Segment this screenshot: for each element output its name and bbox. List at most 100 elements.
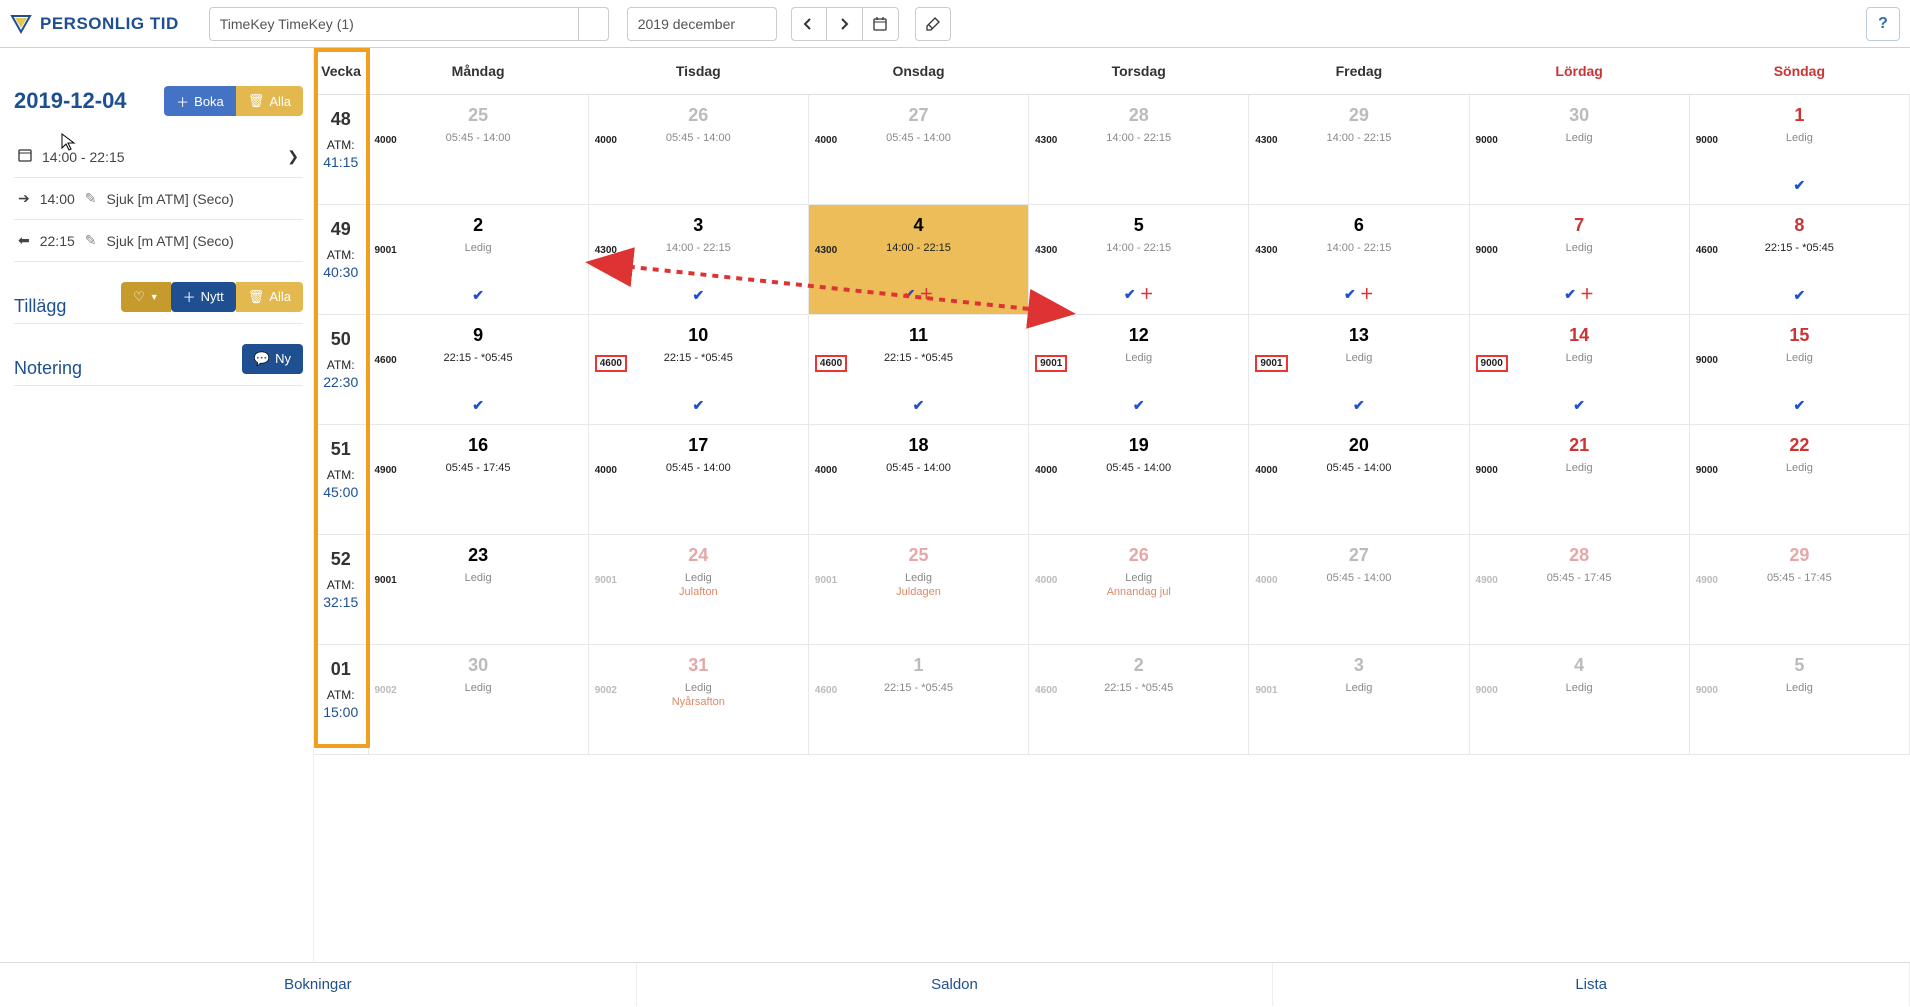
day-cell[interactable]: 18400005:45 - 14:00 — [808, 424, 1028, 534]
week-number: 52 — [314, 549, 368, 570]
alla-button-2[interactable]: 🗑Alla — [236, 282, 303, 312]
help-button[interactable]: ? — [1866, 7, 1900, 41]
day-cell[interactable]: 9460022:15 - *05:45✔ — [368, 314, 588, 424]
ny-button[interactable]: 💬Ny — [242, 344, 303, 374]
employee-search-input[interactable] — [209, 7, 579, 41]
day-cell[interactable]: 149000Ledig✔ — [1469, 314, 1689, 424]
day-cell[interactable]: 129001Ledig✔ — [1029, 314, 1249, 424]
day-cell[interactable]: 2460022:15 - *05:45 — [1029, 644, 1249, 754]
trash-icon: 🗑 — [248, 93, 265, 109]
next-month-button[interactable] — [827, 7, 863, 41]
day-cell[interactable]: 27400005:45 - 14:00 — [808, 94, 1028, 204]
day-number: 30 — [1470, 105, 1689, 126]
week-number: 49 — [314, 219, 368, 240]
day-cell[interactable]: 17400005:45 - 14:00 — [588, 424, 808, 534]
week-cell[interactable]: 01ATM:15:00 — [314, 644, 368, 754]
day-holiday-label: Juldagen — [809, 586, 1028, 598]
week-cell[interactable]: 52ATM:32:15 — [314, 534, 368, 644]
day-cell[interactable]: 27400005:45 - 14:00 — [1249, 534, 1469, 644]
boka-button[interactable]: ＋Boka — [164, 86, 236, 116]
prev-month-button[interactable] — [791, 7, 827, 41]
app-logo-icon — [10, 13, 32, 35]
day-cell[interactable]: 4430014:00 - 22:15✔＋ — [808, 204, 1028, 314]
day-number: 1 — [809, 655, 1028, 676]
day-cell[interactable]: 19000Ledig✔ — [1689, 94, 1909, 204]
plus-icon: ＋ — [1360, 286, 1374, 302]
tab-lista[interactable]: Lista — [1273, 963, 1910, 1006]
day-cell[interactable]: 264000LedigAnnandag jul — [1029, 534, 1249, 644]
day-cell[interactable]: 259001LedigJuldagen — [808, 534, 1028, 644]
day-cell[interactable]: 249001LedigJulafton — [588, 534, 808, 644]
calendar-today-button[interactable] — [863, 7, 899, 41]
atm-label: ATM: — [314, 688, 368, 702]
day-number: 21 — [1470, 435, 1689, 456]
day-cell[interactable]: 319002LedigNyårsafton — [588, 644, 808, 754]
day-cell[interactable]: 59000Ledig — [1689, 644, 1909, 754]
day-cell[interactable]: 28430014:00 - 22:15 — [1029, 94, 1249, 204]
day-cell[interactable]: 8460022:15 - *05:45✔ — [1689, 204, 1909, 314]
day-cell[interactable]: 19400005:45 - 14:00 — [1029, 424, 1249, 534]
tab-bokningar[interactable]: Bokningar — [0, 963, 637, 1006]
day-number: 5 — [1029, 215, 1248, 236]
day-time: 05:45 - 17:45 — [369, 462, 588, 474]
day-time: 22:15 - *05:45 — [369, 352, 588, 364]
day-cell[interactable]: 26400005:45 - 14:00 — [588, 94, 808, 204]
employee-search-dropdown-button[interactable] — [579, 7, 609, 41]
day-cell[interactable]: 29430014:00 - 22:15 — [1249, 94, 1469, 204]
day-cell[interactable]: 5430014:00 - 22:15✔＋ — [1029, 204, 1249, 314]
week-cell[interactable]: 51ATM:45:00 — [314, 424, 368, 534]
day-code: 9001 — [375, 245, 397, 256]
day-cell[interactable]: 309000Ledig — [1469, 94, 1689, 204]
day-time: 22:15 - *05:45 — [1690, 242, 1909, 254]
day-code: 9002 — [375, 685, 397, 696]
week-cell[interactable]: 48ATM:41:15 — [314, 94, 368, 204]
week-cell[interactable]: 49ATM:40:30 — [314, 204, 368, 314]
day-time: Ledig — [1690, 462, 1909, 474]
day-cell[interactable]: 39001Ledig — [1249, 644, 1469, 754]
tab-saldon[interactable]: Saldon — [637, 963, 1274, 1006]
day-cell[interactable]: 29001Ledig✔ — [368, 204, 588, 314]
tools-button[interactable] — [915, 7, 951, 41]
favorite-button[interactable]: ♡▼ — [121, 282, 171, 312]
alla-button[interactable]: 🗑Alla — [236, 86, 303, 116]
nytt-button[interactable]: ＋Nytt — [171, 282, 236, 312]
day-cell[interactable]: 229000Ledig — [1689, 424, 1909, 534]
day-cell[interactable]: 16490005:45 - 17:45 — [368, 424, 588, 534]
day-number: 19 — [1029, 435, 1248, 456]
day-status-icons: ✔ — [1690, 397, 1909, 414]
week-cell[interactable]: 50ATM:22:30 — [314, 314, 368, 424]
day-time: Ledig — [1690, 682, 1909, 694]
day-cell[interactable]: 1460022:15 - *05:45 — [808, 644, 1028, 754]
day-cell[interactable]: 79000Ledig✔＋ — [1469, 204, 1689, 314]
day-cell[interactable]: 6430014:00 - 22:15✔＋ — [1249, 204, 1469, 314]
day-cell[interactable]: 20400005:45 - 14:00 — [1249, 424, 1469, 534]
plus-icon: ＋ — [1580, 286, 1594, 302]
day-code: 4000 — [595, 135, 617, 146]
month-picker[interactable]: 2019 december — [627, 7, 777, 41]
day-cell[interactable]: 159000Ledig✔ — [1689, 314, 1909, 424]
day-cell[interactable]: 28490005:45 - 17:45 — [1469, 534, 1689, 644]
plus-icon: ＋ — [183, 287, 196, 306]
day-number: 5 — [1690, 655, 1909, 676]
day-cell[interactable]: 139001Ledig✔ — [1249, 314, 1469, 424]
clock-in-row[interactable]: ➔ 14:00 ✎ Sjuk [m ATM] (Seco) — [14, 178, 303, 220]
day-code: 9001 — [1035, 355, 1067, 372]
day-cell[interactable]: 25400005:45 - 14:00 — [368, 94, 588, 204]
day-cell[interactable]: 219000Ledig — [1469, 424, 1689, 534]
day-cell[interactable]: 3430014:00 - 22:15✔ — [588, 204, 808, 314]
header-wed: Onsdag — [808, 48, 1028, 94]
day-code: 9000 — [1476, 355, 1508, 372]
day-cell[interactable]: 11460022:15 - *05:45✔ — [808, 314, 1028, 424]
plus-icon: ＋ — [1140, 286, 1154, 302]
day-cell[interactable]: 49000Ledig — [1469, 644, 1689, 754]
schedule-row[interactable]: 14:00 - 22:15 ❯ — [14, 136, 303, 178]
day-cell[interactable]: 309002Ledig — [368, 644, 588, 754]
day-cell[interactable]: 10460022:15 - *05:45✔ — [588, 314, 808, 424]
day-cell[interactable]: 239001Ledig — [368, 534, 588, 644]
day-code: 4000 — [815, 135, 837, 146]
plus-icon: ＋ — [919, 286, 933, 302]
day-code: 9002 — [595, 685, 617, 696]
day-cell[interactable]: 29490005:45 - 17:45 — [1689, 534, 1909, 644]
clock-out-row[interactable]: ⬅ 22:15 ✎ Sjuk [m ATM] (Seco) — [14, 220, 303, 262]
day-status-icons: ✔＋ — [1029, 284, 1248, 304]
